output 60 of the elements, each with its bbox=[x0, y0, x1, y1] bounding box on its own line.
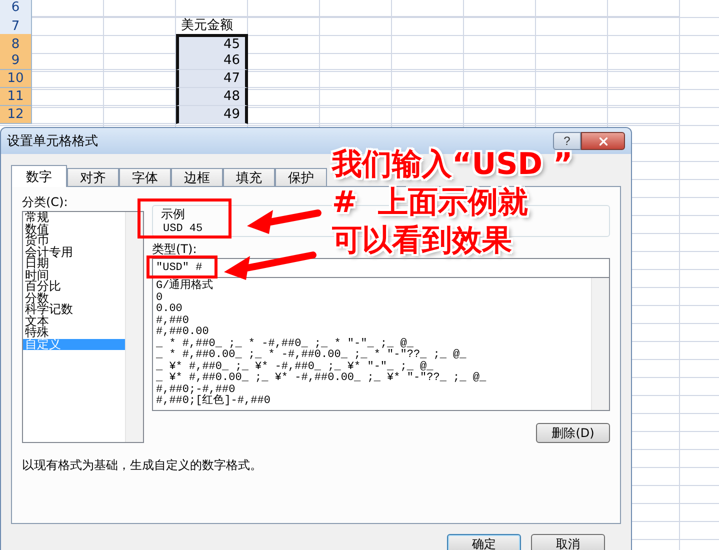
list-item[interactable]: #,##0.00 bbox=[156, 327, 209, 338]
row-header[interactable]: 7 bbox=[0, 16, 32, 36]
close-button[interactable] bbox=[581, 132, 625, 150]
list-item[interactable]: #,##0;[红色]-#,##0 bbox=[156, 396, 270, 408]
help-button[interactable]: ? bbox=[553, 132, 581, 150]
tab[interactable]: 填充 bbox=[223, 168, 275, 187]
tab[interactable]: 对齐 bbox=[67, 168, 119, 187]
list-item[interactable]: G/通用格式 bbox=[156, 281, 214, 292]
list-item[interactable]: 数值 bbox=[23, 224, 125, 235]
tab[interactable]: 边框 bbox=[171, 168, 223, 187]
table-cell: 46 bbox=[176, 52, 248, 70]
list-item[interactable]: 科学记数 bbox=[23, 304, 125, 316]
list-item[interactable]: 分数 bbox=[23, 292, 125, 304]
list-item[interactable]: 百分比 bbox=[23, 281, 125, 292]
list-item[interactable]: 0.00 bbox=[156, 304, 182, 316]
row-header[interactable]: 9 bbox=[0, 52, 32, 70]
list-item[interactable]: 货币 bbox=[23, 235, 125, 246]
close-icon bbox=[596, 134, 610, 148]
list-item[interactable]: _ ¥* #,##0_ ;_ ¥* -#,##0_ ;_ ¥* "-"_ ;_ @_ bbox=[156, 362, 434, 373]
list-item[interactable]: 文本 bbox=[23, 316, 125, 327]
list-item[interactable]: _ * #,##0.00_ ;_ * -#,##0.00_ ;_ * "-"??_ ;_ @_ bbox=[156, 350, 466, 362]
sample-label: 示例 bbox=[161, 207, 185, 221]
list-item[interactable]: 会计专用 bbox=[23, 246, 125, 258]
description-text: 以现有格式为基础，生成自定义的数字格式。 bbox=[22, 457, 263, 474]
type-label: 类型(T): bbox=[152, 242, 197, 256]
list-item[interactable]: _ ¥* #,##0.00_ ;_ ¥* -#,##0.00_ ;_ ¥* "-"??_ ;_ @_ bbox=[156, 373, 486, 384]
scrollbar[interactable] bbox=[591, 278, 609, 410]
tab[interactable]: 字体 bbox=[119, 168, 171, 187]
highlight-frame bbox=[146, 256, 218, 278]
category-label: 分类(C): bbox=[22, 195, 68, 209]
table-cell: 45 bbox=[176, 34, 248, 54]
list-item[interactable]: 时间 bbox=[23, 270, 125, 281]
table-cell: 48 bbox=[176, 88, 248, 106]
scrollbar[interactable] bbox=[125, 212, 143, 442]
row-header[interactable]: 6 bbox=[0, 0, 32, 17]
list-item[interactable]: 特殊 bbox=[23, 327, 125, 338]
row-header[interactable]: 8 bbox=[0, 34, 32, 54]
format-list[interactable] bbox=[152, 278, 610, 411]
annotation-caption: 可以看到效果 bbox=[332, 226, 512, 256]
list-item[interactable]: _ * #,##0_ ;_ * -#,##0_ ;_ * "-"_ ;_ @_ bbox=[156, 338, 414, 350]
tab[interactable]: 数字 bbox=[11, 165, 67, 187]
delete-button[interactable]: 删除(D) bbox=[536, 423, 610, 443]
table-cell: 47 bbox=[176, 70, 248, 88]
row-header[interactable]: 12 bbox=[0, 106, 32, 124]
row-header[interactable]: 11 bbox=[0, 88, 32, 106]
row-header[interactable]: 10 bbox=[0, 70, 32, 88]
sample-value: USD 45 bbox=[162, 223, 204, 235]
table-cell: 49 bbox=[176, 106, 248, 124]
annotation-caption: # 上面示例就 bbox=[332, 188, 528, 218]
tab[interactable]: 保护 bbox=[275, 168, 327, 187]
annotation-caption: 我们输入“USD ” bbox=[332, 150, 573, 180]
list-item[interactable]: 0 bbox=[156, 292, 163, 304]
list-item[interactable]: 日期 bbox=[23, 258, 125, 270]
category-list[interactable]: 常规 数值 货币 会计专用 日期 时间 百分比 分数 科学记数 文本 特殊 自定义 bbox=[22, 211, 144, 443]
list-item[interactable]: #,##0 bbox=[156, 316, 190, 327]
dialog-button[interactable]: 确定 bbox=[447, 534, 521, 550]
list-item[interactable]: 常规 bbox=[23, 212, 125, 224]
type-input-field[interactable]: "USD" # bbox=[152, 258, 610, 278]
window-title: 设置单元格格式 bbox=[7, 133, 99, 150]
dialog-button[interactable]: 取消 bbox=[531, 534, 605, 550]
